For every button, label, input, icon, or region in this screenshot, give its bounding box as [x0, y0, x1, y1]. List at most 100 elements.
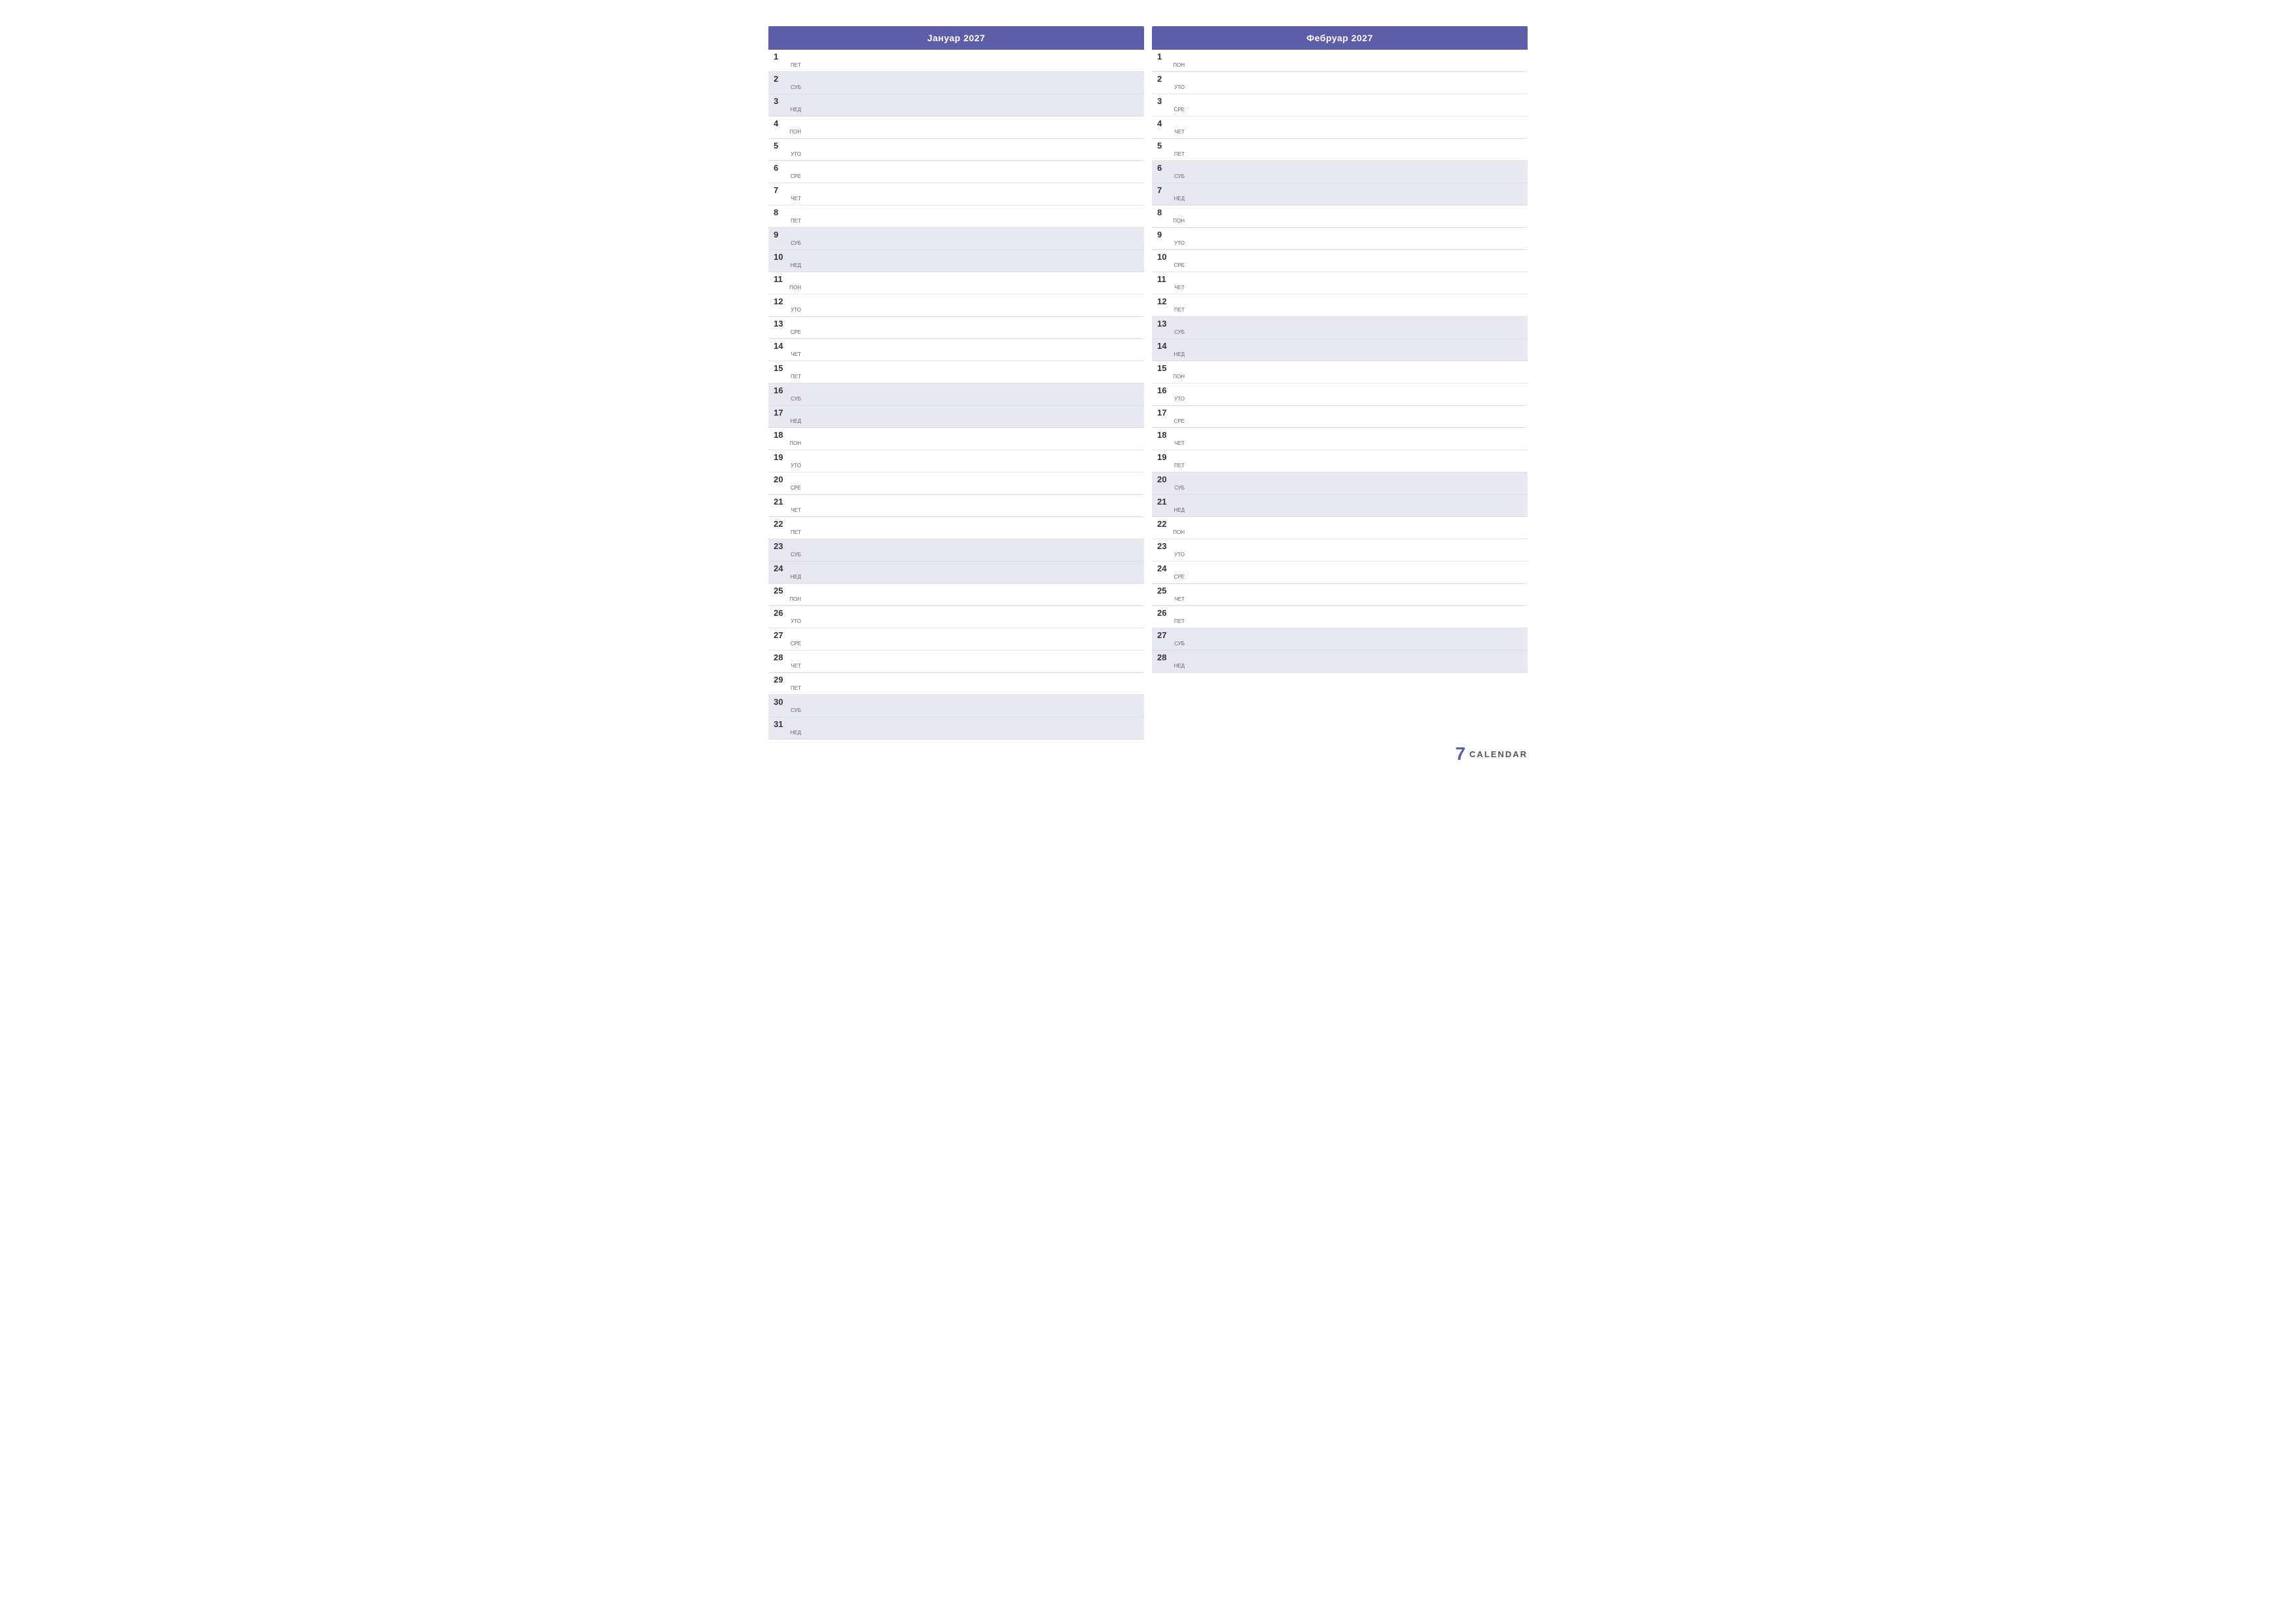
- day-number: 7: [1152, 186, 1185, 194]
- day-cell: 31НЕД: [768, 717, 801, 739]
- day-cell: 26ПЕТ: [1152, 606, 1185, 628]
- day-cell: 23УТО: [1152, 539, 1185, 561]
- day-cell: 8ПЕТ: [768, 205, 801, 227]
- day-name: ПЕТ: [1173, 461, 1185, 471]
- day-name: СУБ: [1173, 484, 1185, 493]
- day-row: 3НЕД: [768, 94, 1144, 116]
- day-cell: 3НЕД: [768, 94, 801, 116]
- day-cell: 6СУБ: [1152, 161, 1185, 183]
- day-name: НЕД: [1172, 350, 1185, 359]
- day-row: 4ПОН: [768, 116, 1144, 139]
- day-row: 3СРЕ: [1152, 94, 1528, 116]
- day-row: 12УТО: [768, 294, 1144, 317]
- day-name: НЕД: [789, 573, 801, 582]
- day-name: ПОН: [788, 283, 801, 293]
- day-name: ПЕТ: [789, 217, 801, 226]
- day-name: СУБ: [789, 395, 801, 404]
- day-row: 20СРЕ: [768, 473, 1144, 495]
- day-name: ЧЕТ: [1173, 283, 1185, 293]
- day-row: 2СУБ: [768, 72, 1144, 94]
- day-cell: 9УТО: [1152, 228, 1185, 249]
- calendars-row: Јануар 20271ПЕТ2СУБ3НЕД4ПОН5УТО6СРЕ7ЧЕТ8…: [768, 26, 1528, 740]
- day-number: 26: [768, 609, 801, 617]
- day-number: 4: [1152, 119, 1185, 128]
- day-name: СРЕ: [789, 639, 801, 649]
- day-cell: 15ПОН: [1152, 361, 1185, 383]
- day-cell: 16СУБ: [768, 383, 801, 405]
- day-number: 28: [768, 653, 801, 662]
- day-name: ПЕТ: [1173, 150, 1185, 159]
- day-number: 16: [1152, 386, 1185, 395]
- day-cell: 25ЧЕТ: [1152, 584, 1185, 605]
- day-row: 27СРЕ: [768, 628, 1144, 651]
- day-number: 1: [1152, 52, 1185, 61]
- day-row: 24СРЕ: [1152, 562, 1528, 584]
- day-row: 18ПОН: [768, 428, 1144, 450]
- day-cell: 6СРЕ: [768, 161, 801, 183]
- day-cell: 5УТО: [768, 139, 801, 160]
- day-number: 9: [1152, 230, 1185, 239]
- day-cell: 21ЧЕТ: [768, 495, 801, 516]
- day-row: 19ПЕТ: [1152, 450, 1528, 473]
- day-row: 4ЧЕТ: [1152, 116, 1528, 139]
- day-cell: 15ПЕТ: [768, 361, 801, 383]
- day-row: 13СРЕ: [768, 317, 1144, 339]
- day-number: 15: [768, 364, 801, 372]
- day-number: 10: [768, 253, 801, 261]
- day-name: НЕД: [789, 728, 801, 738]
- day-name: СУБ: [1173, 172, 1185, 181]
- day-row: 16УТО: [1152, 383, 1528, 406]
- day-name: НЕД: [789, 417, 801, 426]
- day-row: 28НЕД: [1152, 651, 1528, 673]
- day-row: 14НЕД: [1152, 339, 1528, 361]
- day-row: 28ЧЕТ: [768, 651, 1144, 673]
- day-number: 29: [768, 675, 801, 684]
- day-row: 23СУБ: [768, 539, 1144, 562]
- day-name: НЕД: [1172, 506, 1185, 515]
- day-row: 8ПОН: [1152, 205, 1528, 228]
- day-name: ПОН: [788, 128, 801, 137]
- day-name: ПЕТ: [1173, 306, 1185, 315]
- day-name: ЧЕТ: [1173, 595, 1185, 604]
- day-number: 26: [1152, 609, 1185, 617]
- day-name: ПОН: [1172, 217, 1185, 226]
- day-name: НЕД: [789, 261, 801, 270]
- day-cell: 18ЧЕТ: [1152, 428, 1185, 450]
- day-name: НЕД: [1172, 194, 1185, 204]
- day-number: 9: [768, 230, 801, 239]
- day-number: 13: [768, 319, 801, 328]
- day-row: 7НЕД: [1152, 183, 1528, 205]
- day-number: 2: [768, 75, 801, 83]
- day-cell: 1ПЕТ: [768, 50, 801, 71]
- day-cell: 7ЧЕТ: [768, 183, 801, 205]
- day-number: 5: [1152, 141, 1185, 150]
- day-number: 11: [1152, 275, 1185, 283]
- day-row: 23УТО: [1152, 539, 1528, 562]
- day-cell: 23СУБ: [768, 539, 801, 561]
- day-row: 5ПЕТ: [1152, 139, 1528, 161]
- day-row: 5УТО: [768, 139, 1144, 161]
- day-name: СРЕ: [789, 328, 801, 337]
- day-cell: 26УТО: [768, 606, 801, 628]
- day-name: ПОН: [1172, 372, 1185, 382]
- day-row: 21НЕД: [1152, 495, 1528, 517]
- day-name: ПОН: [1172, 528, 1185, 537]
- day-row: 15ПОН: [1152, 361, 1528, 383]
- day-cell: 3СРЕ: [1152, 94, 1185, 116]
- day-cell: 20СРЕ: [768, 473, 801, 494]
- day-number: 10: [1152, 253, 1185, 261]
- day-cell: 13СУБ: [1152, 317, 1185, 338]
- day-name: СУБ: [789, 706, 801, 715]
- day-number: 16: [768, 386, 801, 395]
- day-cell: 24СРЕ: [1152, 562, 1185, 583]
- day-row: 22ПОН: [1152, 517, 1528, 539]
- day-name: ЧЕТ: [789, 194, 801, 204]
- day-row: 1ПЕТ: [768, 50, 1144, 72]
- day-number: 6: [768, 164, 801, 172]
- day-cell: 27СРЕ: [768, 628, 801, 650]
- day-cell: 19ПЕТ: [1152, 450, 1185, 472]
- day-cell: 28НЕД: [1152, 651, 1185, 672]
- day-number: 7: [768, 186, 801, 194]
- day-name: СРЕ: [1173, 105, 1185, 115]
- day-row: 13СУБ: [1152, 317, 1528, 339]
